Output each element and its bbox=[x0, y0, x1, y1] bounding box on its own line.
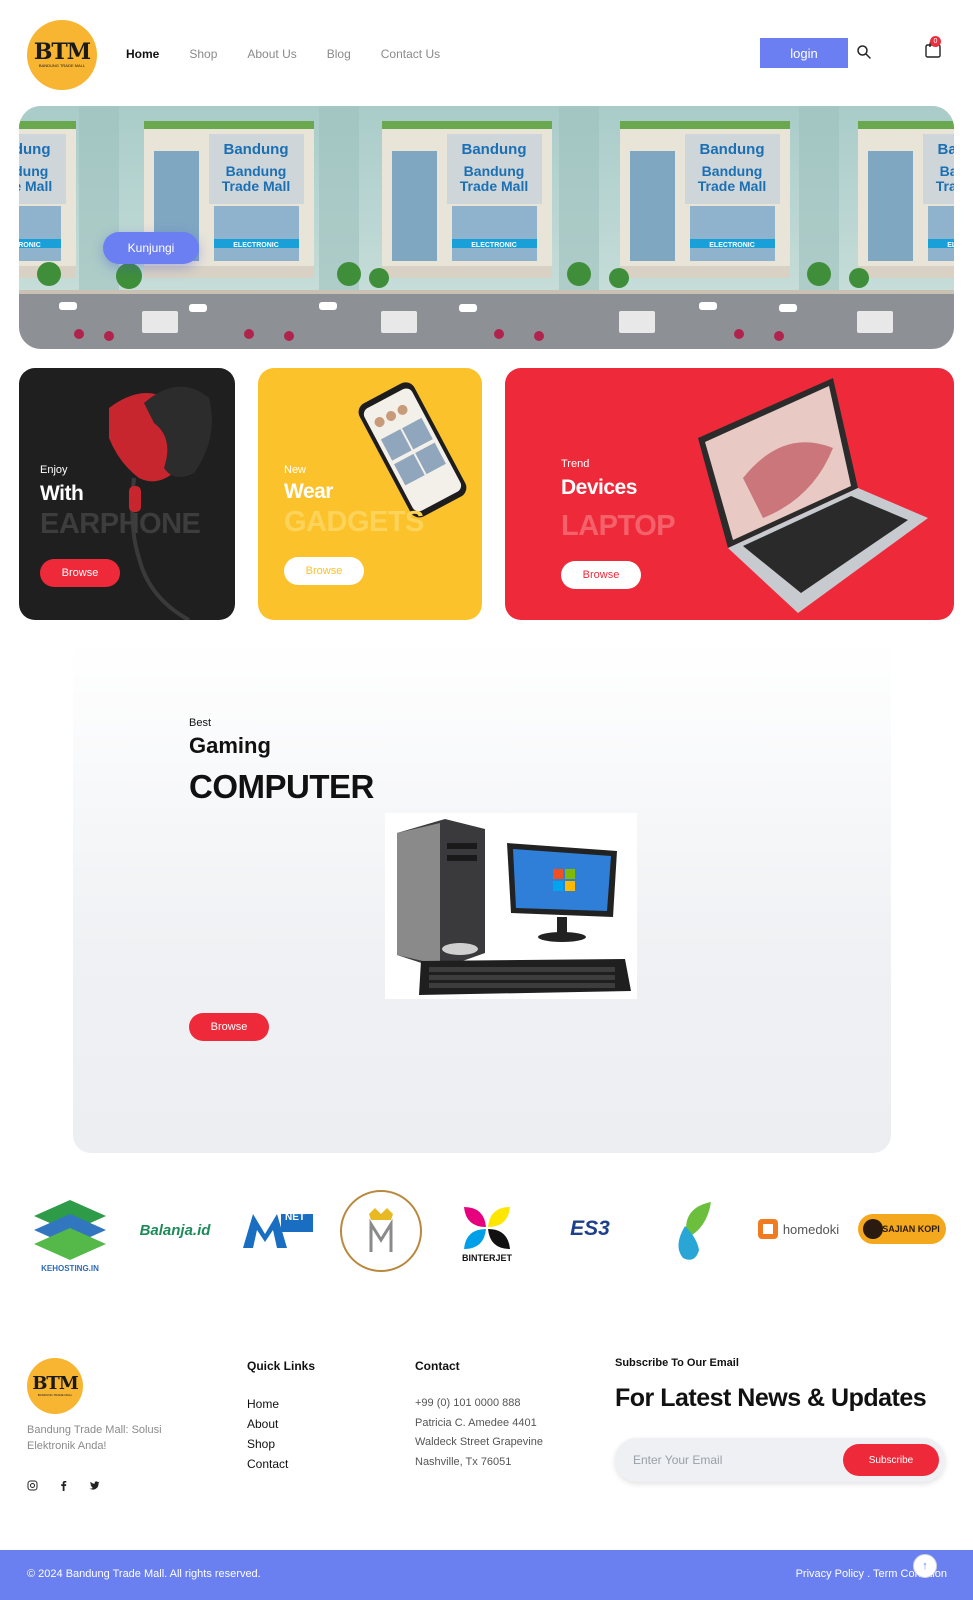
mall-illustration: Bandung Bandung Trade Mall ELECTRONIC bbox=[19, 106, 954, 349]
social-links bbox=[27, 1478, 100, 1491]
logo-subtext: BANDUNG TRADE MALL bbox=[38, 63, 86, 68]
browse-button[interactable]: Browse bbox=[189, 1013, 269, 1041]
section-kicker: Best bbox=[189, 717, 212, 729]
footer-link-shop[interactable]: Shop bbox=[247, 1434, 288, 1454]
partner-logo-sajian-kopi[interactable]: SAJIAN KOPI bbox=[858, 1214, 946, 1244]
partner-name: NET bbox=[285, 1212, 305, 1223]
partner-name: homedoki bbox=[782, 1221, 840, 1237]
search-icon[interactable] bbox=[856, 44, 872, 60]
partner-logo-es3[interactable]: ES3 bbox=[552, 1212, 628, 1246]
contact-info: +99 (0) 101 0000 888 Patricia C. Amedee … bbox=[415, 1394, 543, 1472]
card-big-text: LAPTOP bbox=[561, 510, 676, 542]
arrow-up-icon: ↑ bbox=[922, 1560, 928, 1572]
section-title: Gaming bbox=[189, 733, 271, 758]
partner-logos: KEHOSTING.IN Balanja.id NET BINTERJET ES… bbox=[0, 1180, 973, 1280]
mnet-logo-icon bbox=[243, 1214, 313, 1248]
footer-bottom-bar: © 2024 Bandung Trade Mall. All rights re… bbox=[0, 1550, 973, 1600]
promo-card-laptop[interactable]: Trend Devices LAPTOP Browse bbox=[505, 368, 954, 620]
partner-name: SAJIAN KOPI bbox=[882, 1224, 940, 1234]
footer-link-contact[interactable]: Contact bbox=[247, 1454, 288, 1474]
svg-text:Bandung: Bandung bbox=[224, 141, 289, 158]
partner-name: BINTERJET bbox=[461, 1253, 512, 1263]
privacy-policy-link[interactable]: Privacy Policy bbox=[796, 1568, 864, 1580]
partner-name: Balanja.id bbox=[139, 1221, 211, 1239]
coffee-person-icon bbox=[863, 1219, 883, 1239]
quick-links-list: Home About Shop Contact bbox=[247, 1394, 288, 1474]
svg-text:ELECTRONIC: ELECTRONIC bbox=[233, 242, 279, 249]
nav-home[interactable]: Home bbox=[126, 47, 159, 61]
logo-text: BTM bbox=[32, 1372, 79, 1394]
browse-button[interactable]: Browse bbox=[284, 557, 364, 585]
quick-links-heading: Quick Links bbox=[247, 1359, 316, 1373]
login-button[interactable]: login bbox=[760, 38, 848, 68]
card-title: With bbox=[40, 482, 84, 505]
contact-heading: Contact bbox=[415, 1359, 460, 1373]
card-big-text: EARPHONE bbox=[40, 508, 201, 540]
subscribe-button[interactable]: Subscribe bbox=[843, 1444, 939, 1476]
copyright-text: © 2024 Bandung Trade Mall. All rights re… bbox=[27, 1568, 261, 1580]
logo-subtext: BANDUNG TRADE MALL bbox=[37, 1392, 73, 1397]
section-big-text: COMPUTER bbox=[189, 768, 374, 805]
main-nav: Home Shop About Us Blog Contact Us bbox=[126, 47, 440, 61]
card-title: Wear bbox=[284, 480, 333, 503]
svg-text:Trade Mall: Trade Mall bbox=[222, 178, 290, 194]
card-big-text: GADGETS bbox=[284, 506, 424, 538]
laptop-image bbox=[698, 378, 928, 613]
email-input[interactable] bbox=[633, 1450, 823, 1470]
facebook-icon[interactable] bbox=[58, 1478, 69, 1491]
computer-image bbox=[385, 813, 637, 999]
binterjet-logo-icon bbox=[464, 1207, 510, 1249]
partner-logo-homedoki[interactable]: homedoki bbox=[752, 1212, 844, 1246]
instagram-icon[interactable] bbox=[27, 1478, 38, 1491]
subscribe-title: For Latest News & Updates bbox=[615, 1384, 927, 1412]
site-logo[interactable]: BTM BANDUNG TRADE MALL bbox=[27, 20, 97, 90]
visit-button[interactable]: Kunjungi bbox=[103, 232, 199, 264]
browse-button[interactable]: Browse bbox=[40, 559, 120, 587]
nav-blog[interactable]: Blog bbox=[327, 47, 351, 61]
nav-contact-us[interactable]: Contact Us bbox=[381, 47, 440, 61]
partner-logo-leaf[interactable] bbox=[668, 1194, 720, 1268]
contact-address-line: Nashville, Tx 76051 bbox=[415, 1455, 512, 1468]
partner-logo-balanja[interactable]: Balanja.id bbox=[130, 1210, 220, 1250]
twitter-icon[interactable] bbox=[89, 1478, 100, 1490]
partner-logo-kehosting[interactable]: KEHOSTING.IN bbox=[25, 1188, 115, 1278]
card-kicker: Trend bbox=[561, 458, 590, 470]
contact-phone: +99 (0) 101 0000 888 bbox=[415, 1397, 521, 1409]
card-kicker: Enjoy bbox=[40, 464, 68, 476]
homedoki-icon bbox=[757, 1219, 778, 1239]
contact-address-line: Waldeck Street Grapevine bbox=[415, 1436, 543, 1448]
kehosting-logo-icon bbox=[34, 1199, 106, 1260]
browse-button[interactable]: Browse bbox=[561, 561, 641, 589]
scroll-to-top-button[interactable]: ↑ bbox=[913, 1554, 937, 1578]
subscribe-kicker: Subscribe To Our Email bbox=[615, 1357, 739, 1369]
partner-name: KEHOSTING.IN bbox=[41, 1263, 99, 1273]
contact-address-line: Patricia C. Amedee 4401 bbox=[415, 1416, 537, 1429]
leaf-drop-icon bbox=[678, 1202, 711, 1260]
nav-about-us[interactable]: About Us bbox=[247, 47, 296, 61]
footer-link-home[interactable]: Home bbox=[247, 1394, 288, 1414]
promo-card-earphone[interactable]: Enjoy With EARPHONE Browse bbox=[19, 368, 235, 620]
footer-link-about[interactable]: About bbox=[247, 1414, 288, 1434]
newsletter-form: Subscribe bbox=[615, 1438, 945, 1482]
partner-name: ES3 bbox=[570, 1217, 610, 1240]
footer-logo[interactable]: BTM BANDUNG TRADE MALL bbox=[27, 1358, 83, 1414]
promo-card-gadgets[interactable]: New Wear GADGETS Browse bbox=[258, 368, 482, 620]
gaming-computer-section: Best Gaming COMPUTER Browse bbox=[73, 640, 891, 1153]
partner-logo-mnet[interactable]: NET bbox=[235, 1186, 321, 1276]
card-title: Devices bbox=[561, 476, 637, 499]
hero-banner: Bandung Bandung Trade Mall ELECTRONIC Ku… bbox=[19, 106, 954, 349]
mj-crown-icon bbox=[369, 1208, 393, 1252]
partner-logo-binterjet[interactable]: BINTERJET bbox=[455, 1196, 519, 1270]
cart-count-badge: 0 bbox=[930, 36, 941, 47]
partner-logo-mj[interactable] bbox=[340, 1190, 422, 1272]
nav-shop[interactable]: Shop bbox=[189, 47, 217, 61]
svg-text:Bandung: Bandung bbox=[226, 163, 287, 179]
logo-text: BTM bbox=[33, 39, 91, 65]
card-kicker: New bbox=[284, 464, 307, 476]
footer-tagline: Bandung Trade Mall: Solusi Elektronik An… bbox=[27, 1424, 162, 1452]
